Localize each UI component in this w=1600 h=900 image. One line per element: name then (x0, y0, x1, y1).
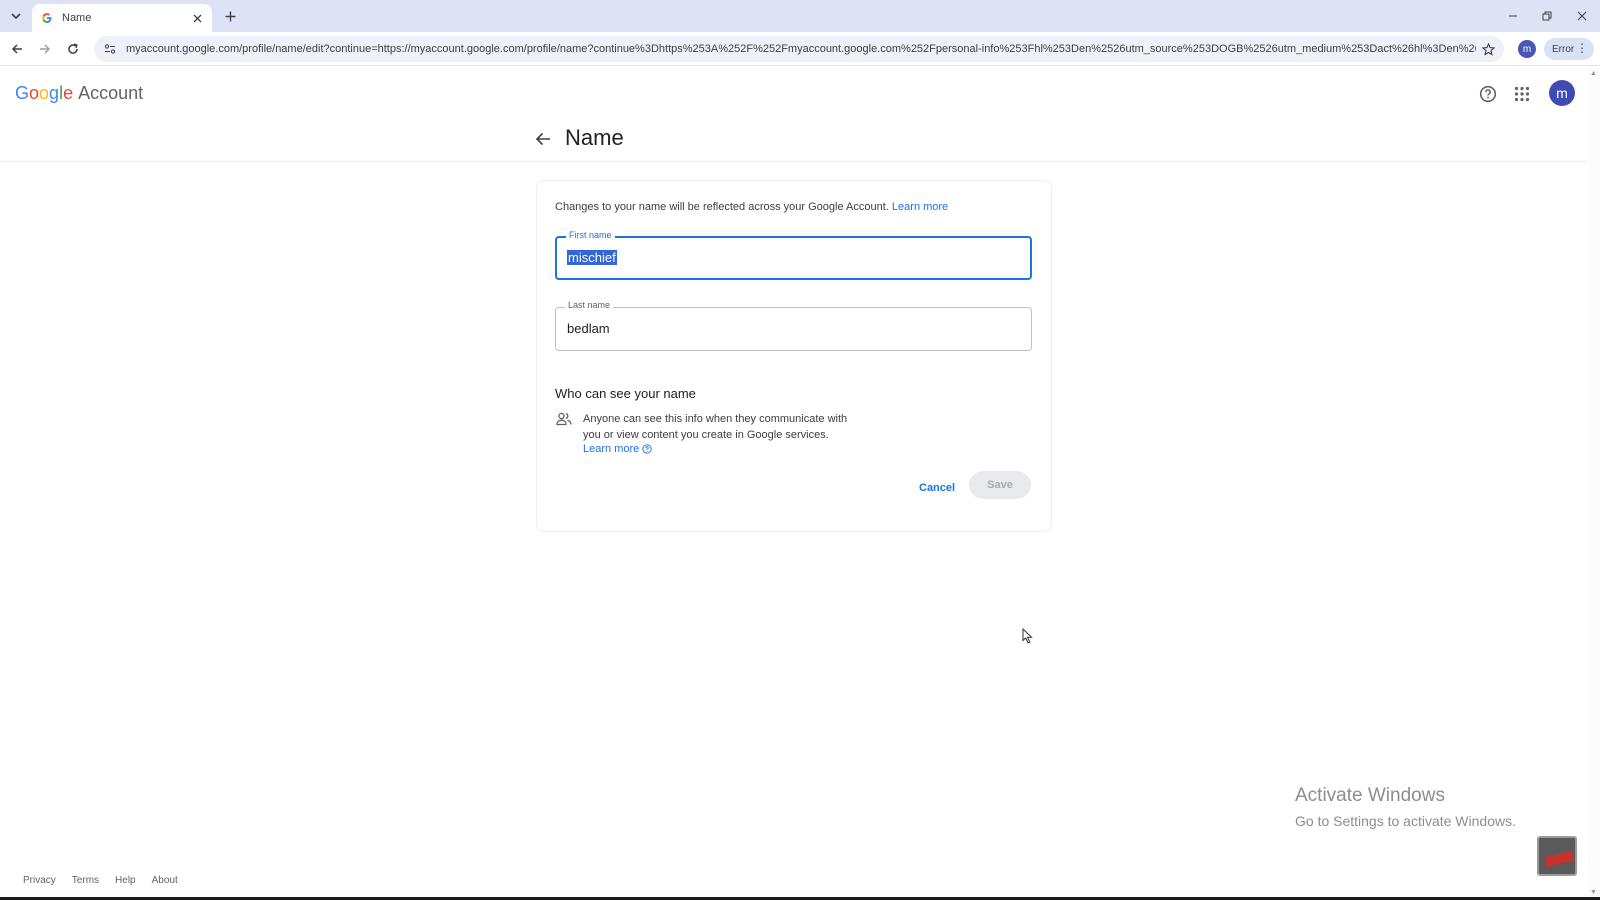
account-header: Google Account m Name (0, 66, 1586, 162)
visibility-learn-more-link[interactable]: Learn more (583, 443, 652, 455)
visibility-heading: Who can see your name (555, 386, 696, 401)
account-avatar[interactable]: m (1549, 80, 1575, 106)
browser-profile-avatar[interactable]: m (1518, 40, 1536, 58)
visibility-learn-more-label: Learn more (583, 443, 640, 455)
watermark-title: Activate Windows (1295, 785, 1445, 806)
intro-body: Changes to your name will be reflected a… (555, 201, 889, 213)
forward-icon[interactable] (35, 39, 55, 59)
last-name-label: Last name (565, 300, 614, 310)
logo-letter: g (49, 83, 60, 103)
google-favicon-icon (40, 11, 54, 25)
help-circle-icon (642, 444, 652, 454)
close-window-icon[interactable] (1572, 6, 1592, 26)
taskbar-thumbnail[interactable] (1537, 836, 1577, 876)
back-arrow-icon[interactable] (532, 128, 554, 150)
page-title: Name (565, 125, 624, 150)
intro-text: Changes to your name will be reflected a… (555, 201, 948, 213)
logo-letter: o (39, 83, 50, 103)
bookmark-star-icon[interactable] (1478, 39, 1498, 59)
url-text[interactable]: myaccount.google.com/profile/name/edit?c… (126, 43, 1476, 55)
watermark-subtitle: Go to Settings to activate Windows. (1295, 813, 1516, 829)
logo-letter: o (29, 83, 40, 103)
browser-toolbar: myaccount.google.com/profile/name/edit?c… (0, 32, 1600, 66)
visibility-description: Anyone can see this info when they commu… (583, 413, 848, 441)
tab-title: Name (62, 12, 92, 24)
cancel-button[interactable]: Cancel (911, 476, 963, 500)
help-icon[interactable] (1476, 82, 1500, 106)
footer-privacy-link[interactable]: Privacy (23, 875, 56, 886)
apps-grid-icon[interactable] (1510, 82, 1534, 106)
logo-suffix: Account (78, 83, 144, 103)
tab-name[interactable]: Name (32, 4, 212, 32)
tab-strip: Name (0, 0, 1600, 32)
more-menu-icon[interactable]: ⋮ (1576, 41, 1588, 55)
activate-windows-watermark: Activate Windows Go to Settings to activ… (1295, 785, 1516, 829)
tab-search-icon[interactable] (6, 6, 26, 26)
page-scrollbar[interactable]: ▲ ▼ (1588, 66, 1600, 900)
mouse-cursor-icon (1022, 628, 1033, 644)
first-name-label: First name (566, 230, 615, 240)
close-tab-icon[interactable] (190, 11, 204, 25)
site-info-icon[interactable] (102, 41, 118, 57)
first-name-input[interactable]: mischief (567, 250, 617, 265)
google-account-logo[interactable]: Google Account (15, 83, 143, 104)
name-edit-card: Changes to your name will be reflected a… (536, 180, 1052, 532)
address-bar[interactable]: myaccount.google.com/profile/name/edit?c… (94, 36, 1504, 62)
logo-letter: e (63, 83, 74, 103)
footer-terms-link[interactable]: Terms (72, 875, 99, 886)
people-icon (555, 410, 573, 428)
save-button[interactable]: Save (969, 471, 1031, 499)
restore-icon[interactable] (1537, 6, 1557, 26)
reload-icon[interactable] (63, 39, 83, 59)
scroll-up-icon[interactable]: ▲ (1590, 70, 1597, 77)
minimize-icon[interactable] (1503, 6, 1523, 26)
footer-about-link[interactable]: About (152, 875, 178, 886)
error-chip[interactable]: Error ⋮ (1544, 38, 1594, 60)
error-chip-label: Error (1552, 43, 1575, 55)
thumbnail-image (1544, 850, 1574, 868)
last-name-input[interactable]: bedlam (567, 321, 610, 336)
learn-more-link[interactable]: Learn more (892, 201, 948, 213)
first-name-value: mischief (567, 250, 617, 265)
logo-letter: G (15, 83, 30, 103)
footer-help-link[interactable]: Help (115, 875, 136, 886)
last-name-field[interactable]: Last name bedlam (555, 300, 1032, 351)
new-tab-icon[interactable] (220, 6, 240, 26)
footer-links: Privacy Terms Help About (23, 875, 178, 886)
back-icon[interactable] (7, 39, 27, 59)
scroll-down-icon[interactable]: ▼ (1590, 889, 1597, 896)
first-name-field[interactable]: First name mischief (555, 230, 1032, 280)
